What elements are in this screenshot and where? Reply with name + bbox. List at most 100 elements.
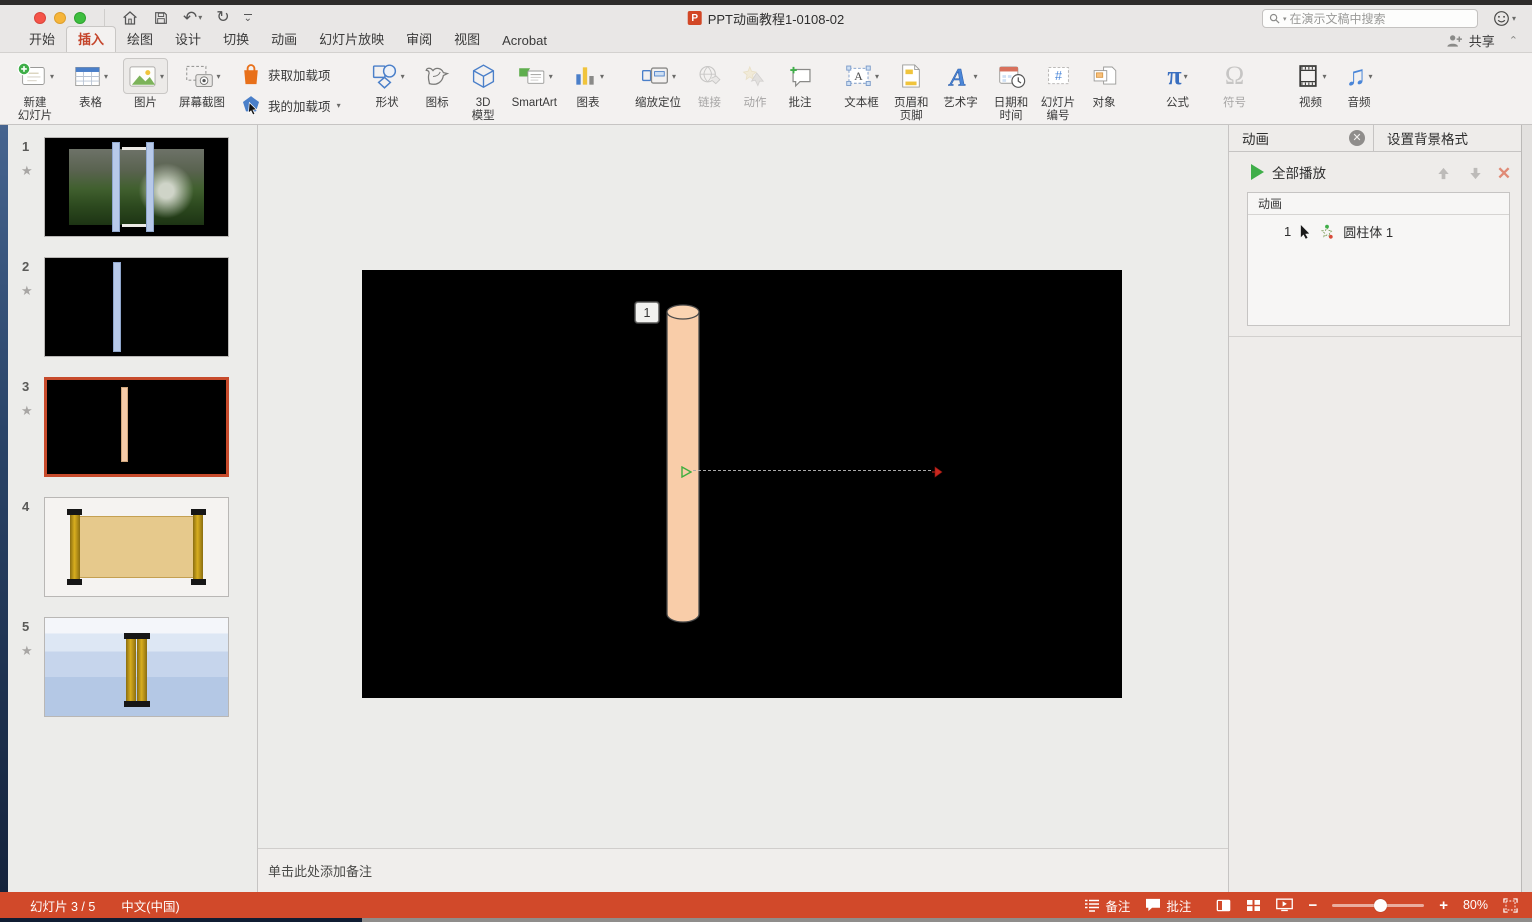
share-control[interactable]: 共享 ⌃: [1445, 31, 1518, 50]
tab-animation-label: 动画: [1242, 128, 1269, 148]
zoom-level[interactable]: 80%: [1463, 898, 1488, 912]
fit-slide-icon[interactable]: [1503, 898, 1518, 913]
chart-icon: [572, 63, 598, 89]
tab-review[interactable]: 审阅: [395, 27, 443, 52]
tab-home[interactable]: 开始: [18, 27, 66, 52]
tab-slideshow[interactable]: 幻灯片放映: [308, 27, 395, 52]
motion-path[interactable]: [681, 464, 943, 478]
search-box[interactable]: ▾: [1262, 9, 1478, 28]
ribbon-textbox-button[interactable]: A▾文本框: [840, 58, 883, 110]
ribbon-chart-button[interactable]: ▾图表: [568, 58, 608, 110]
tab-format-background[interactable]: 设置背景格式: [1374, 125, 1521, 151]
animation-list: 动画 1 圆柱体 1: [1247, 192, 1510, 326]
zoom-window-button[interactable]: [74, 12, 86, 24]
motion-path-start-icon[interactable]: [681, 465, 692, 483]
slide-thumbnail-5[interactable]: [44, 617, 229, 717]
ribbon-zoom-nav-button[interactable]: ▾缩放定位: [635, 58, 681, 110]
zoom-nav-icon: [640, 64, 670, 88]
ribbon-new-slide-button[interactable]: ▾新建 幻灯片: [12, 58, 58, 123]
normal-view-icon[interactable]: [1216, 899, 1231, 912]
wordart-icon: A: [944, 62, 972, 90]
slide-indicator[interactable]: 幻灯片 3 / 5: [30, 896, 95, 915]
status-bar: 幻灯片 3 / 5 中文(中国) 备注 批注 − + 80%: [0, 892, 1532, 918]
notes-placeholder[interactable]: 单击此处添加备注: [268, 861, 1228, 880]
ribbon-shapes-button[interactable]: ▾形状: [366, 58, 409, 110]
notes-toggle[interactable]: 备注: [1084, 896, 1130, 915]
collapse-ribbon-icon[interactable]: ⌃: [1509, 34, 1518, 47]
slide-canvas[interactable]: 1: [362, 270, 1122, 698]
slide-thumbnail-4[interactable]: [44, 497, 229, 597]
tab-view[interactable]: 视图: [443, 27, 491, 52]
tab-acrobat[interactable]: Acrobat: [491, 31, 558, 52]
tab-transitions[interactable]: 切换: [212, 27, 260, 52]
close-pane-icon[interactable]: ✕: [1349, 130, 1365, 146]
ribbon-comment-button[interactable]: 批注: [783, 58, 817, 110]
ribbon-object-button[interactable]: 对象: [1087, 58, 1122, 110]
motion-path-effect-icon: [1319, 224, 1335, 240]
ribbon-table-button[interactable]: ▾表格: [69, 58, 112, 110]
minimize-window-button[interactable]: [54, 12, 66, 24]
tab-design[interactable]: 设计: [164, 27, 212, 52]
play-icon: [1251, 164, 1264, 180]
undo-button[interactable]: ↶▾: [183, 9, 202, 27]
tab-animation-pane[interactable]: 动画 ✕: [1229, 125, 1374, 151]
move-animation-up-button[interactable]: [1434, 164, 1452, 182]
slide-number-label: 3: [22, 379, 29, 394]
slide-thumbnail-1[interactable]: [44, 137, 229, 237]
ribbon-picture-button[interactable]: ▾图片: [123, 58, 168, 110]
ribbon-icon-set-button[interactable]: 图标: [420, 58, 455, 110]
bottom-edge: [0, 918, 1532, 922]
ribbon-header-footer-button[interactable]: 页眉和 页脚: [894, 58, 929, 123]
ribbon-slide-number-button[interactable]: #幻灯片 编号: [1041, 58, 1076, 123]
slide-thumbnail-3[interactable]: [44, 377, 229, 477]
tab-insert[interactable]: 插入: [66, 26, 116, 52]
share-label: 共享: [1469, 31, 1495, 50]
search-input[interactable]: [1290, 12, 1471, 26]
home-icon[interactable]: [121, 9, 139, 27]
slideshow-view-icon[interactable]: [1276, 898, 1293, 912]
animation-star-icon: ★: [21, 403, 33, 419]
animation-star-icon: ★: [21, 643, 33, 659]
slide-sorter-view-icon[interactable]: [1246, 899, 1261, 912]
ribbon-audio-button[interactable]: ♫▾音频: [1342, 58, 1377, 110]
motion-path-end-icon[interactable]: [932, 465, 943, 483]
move-animation-down-button[interactable]: [1466, 164, 1484, 182]
notes-pane[interactable]: 单击此处添加备注: [258, 848, 1228, 892]
save-icon[interactable]: [153, 10, 169, 26]
panel-edge: [1521, 125, 1532, 892]
ribbon-wordart-button[interactable]: A▾艺术字: [940, 58, 982, 110]
ribbon-model-3d-button[interactable]: 3D 模型: [466, 58, 501, 123]
ribbon-action-button: 动作: [738, 58, 772, 110]
tab-animations[interactable]: 动画: [260, 27, 308, 52]
zoom-slider-thumb[interactable]: [1374, 899, 1387, 912]
ribbon-smartart-button[interactable]: ▾SmartArt: [512, 58, 557, 110]
main-area: 1★2★3★45★ 1: [0, 125, 1532, 892]
ribbon-formula-button[interactable]: π▾公式: [1161, 58, 1195, 110]
ribbon-datetime-button[interactable]: 日期和 时间: [993, 58, 1030, 123]
search-scope-caret-icon[interactable]: ▾: [1283, 15, 1287, 23]
comments-toggle[interactable]: 批注: [1145, 896, 1191, 915]
tab-draw[interactable]: 绘图: [116, 27, 164, 52]
zoom-out-button[interactable]: −: [1308, 898, 1317, 913]
play-all-button[interactable]: 全部播放: [1251, 162, 1326, 182]
ribbon-video-button[interactable]: ▾视频: [1291, 58, 1331, 110]
animation-list-item[interactable]: 1 圆柱体 1: [1248, 215, 1509, 241]
close-window-button[interactable]: [34, 12, 46, 24]
slide-thumbnail-2[interactable]: [44, 257, 229, 357]
delete-animation-button[interactable]: ✕: [1495, 164, 1513, 182]
animation-order-badge[interactable]: 1: [635, 302, 659, 323]
redo-icon[interactable]: ↻: [216, 10, 229, 26]
slides-sidebar: 1★2★3★45★: [8, 125, 258, 892]
textbox-icon: A: [844, 63, 873, 89]
ribbon-get-addins-button[interactable]: 获取加载项: [240, 62, 341, 86]
customize-toolbar-icon[interactable]: ⌄: [244, 14, 252, 23]
status-left: 幻灯片 3 / 5 中文(中国): [30, 896, 180, 915]
feedback-control[interactable]: ▾: [1493, 10, 1516, 27]
language-indicator[interactable]: 中文(中国): [121, 896, 179, 915]
zoom-slider[interactable]: [1332, 904, 1424, 907]
dropdown-caret-icon: ▾: [875, 72, 879, 81]
zoom-in-button[interactable]: +: [1439, 898, 1448, 913]
ribbon-my-addins-button[interactable]: 我的加载项▾: [240, 94, 341, 116]
share-person-icon: [1445, 33, 1463, 48]
ribbon-screenshot-button[interactable]: ▾屏幕截图: [179, 58, 225, 110]
